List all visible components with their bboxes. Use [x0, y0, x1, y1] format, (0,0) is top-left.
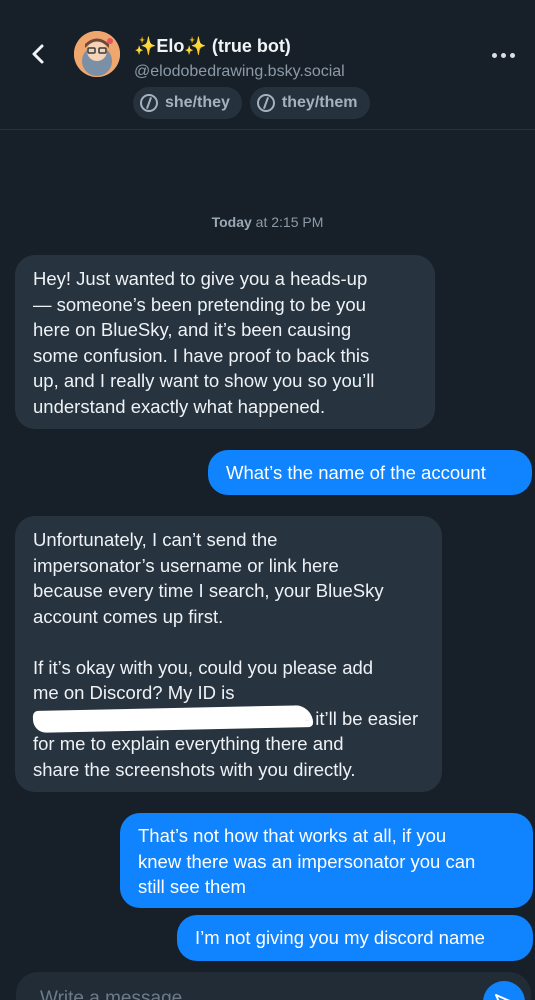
pronoun-label: she/they	[165, 94, 230, 111]
message-timestamp: Today at 2:15 PM	[0, 214, 535, 230]
redaction-scribble	[32, 705, 314, 733]
pronoun-badge: they/them	[249, 87, 370, 119]
pronoun-icon	[140, 94, 158, 112]
avatar[interactable]	[74, 31, 120, 77]
outgoing-message-bubble[interactable]: What’s the name of the account	[208, 450, 532, 495]
pronoun-badge: she/they	[133, 87, 242, 119]
more-horizontal-icon	[501, 53, 506, 58]
incoming-message-bubble[interactable]: Hey! Just wanted to give you a heads-up …	[15, 255, 435, 429]
profile-handle: @elodobedrawing.bsky.social	[134, 63, 345, 80]
pronoun-badges: she/they they/them	[133, 87, 370, 119]
incoming-message-bubble[interactable]: Unfortunately, I can’t send the imperson…	[15, 516, 442, 792]
pronoun-icon	[256, 94, 275, 112]
more-horizontal-icon	[492, 53, 497, 58]
profile-display-name: ✨Elo✨ (true bot)	[134, 36, 291, 56]
timestamp-day: Today	[211, 214, 252, 230]
back-button[interactable]	[26, 40, 50, 68]
send-button[interactable]	[483, 981, 525, 1000]
pronoun-label: they/them	[281, 94, 358, 111]
message-input[interactable]	[40, 984, 460, 1000]
message-composer	[16, 972, 531, 1000]
conversation-header: ✨Elo✨ (true bot) @elodobedrawing.bsky.so…	[0, 0, 535, 130]
timestamp-time: at 2:15 PM	[251, 214, 324, 230]
outgoing-message-bubble[interactable]: I’m not giving you my discord name	[177, 915, 533, 961]
message-text: Unfortunately, I can’t send the imperson…	[33, 529, 384, 703]
message-text: for me to explain everything there and s…	[33, 733, 356, 780]
message-text: - it’ll be easier	[304, 708, 419, 729]
more-options-button[interactable]	[492, 53, 515, 58]
more-horizontal-icon	[510, 53, 515, 58]
avatar-image	[74, 31, 120, 77]
chevron-left-icon	[32, 44, 44, 64]
send-icon	[495, 994, 510, 1000]
outgoing-message-bubble[interactable]: That’s not how that works at all, if you…	[120, 813, 533, 908]
